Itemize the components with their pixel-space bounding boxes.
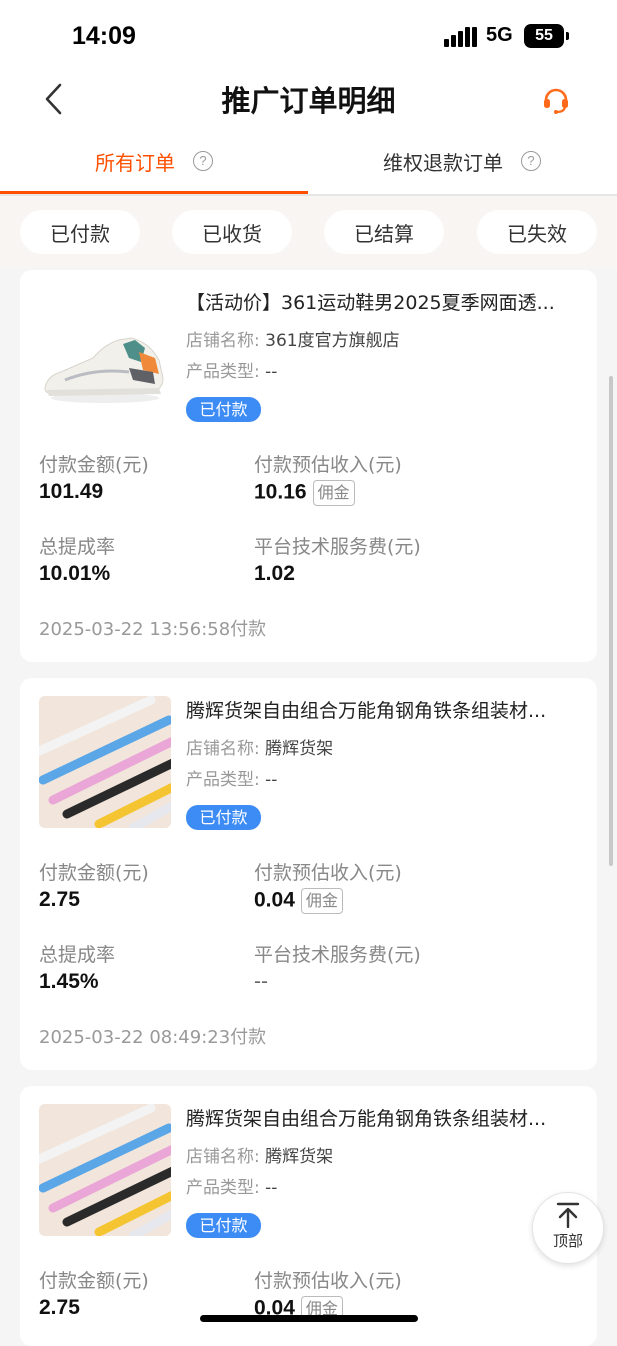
service-fee-value: 1.02 [254,562,295,585]
order-card[interactable]: 腾辉货架自由组合万能角钢角铁条组装材... 店铺名称: 腾辉货架 产品类型: -… [20,1086,597,1346]
pay-amount-value: 101.49 [39,480,104,503]
filter-invalid[interactable]: 已失效 [477,210,597,254]
order-card[interactable]: 腾辉货架自由组合万能角钢角铁条组装材... 店铺名称: 腾辉货架 产品类型: -… [20,678,597,1070]
pay-amount-value: 2.75 [39,888,80,911]
back-to-top-label: 顶部 [552,1232,583,1250]
shop-name: 361度官方旗舰店 [265,331,400,351]
product-title[interactable]: 腾辉货架自由组合万能角钢角铁条组装材... [186,1104,580,1131]
pay-amount-label: 付款金额(元) [39,862,149,884]
nav-bar: 推广订单明细 [0,72,617,128]
product-title[interactable]: 腾辉货架自由组合万能角钢角铁条组装材... [186,696,580,723]
tab-label: 所有订单 [95,150,175,175]
product-type-label: 产品类型: [186,770,260,790]
product-image-shelf-bars [39,1104,171,1236]
estimated-income-label: 付款预估收入(元) [254,1270,402,1292]
product-type-label: 产品类型: [186,1178,260,1198]
estimated-income-row: 0.04 佣金 [254,888,343,914]
status-badge: 已付款 [186,805,261,830]
estimated-income-label: 付款预估收入(元) [254,454,402,476]
commission-tag: 佣金 [312,480,355,506]
status-badge: 已付款 [186,397,261,422]
filter-paid[interactable]: 已付款 [20,210,140,254]
product-image-shelf-bars [39,696,171,828]
product-type-row: 产品类型: -- [186,357,277,382]
product-title[interactable]: 【活动价】361运动鞋男2025夏季网面透... [186,288,580,315]
commission-rate-label: 总提成率 [39,536,116,558]
cellular-signal-icon [444,25,478,47]
scrollbar[interactable] [609,376,613,866]
shop-name: 腾辉货架 [265,739,334,759]
pay-amount-value: 2.75 [39,1296,80,1319]
shop-label: 店铺名称: [186,1147,260,1167]
tab-label: 维权退款订单 [383,150,503,175]
estimated-income-row: 10.16 佣金 [254,480,355,506]
payment-time: 2025-03-22 13:56:58付款 [39,619,267,640]
commission-rate-label: 总提成率 [39,944,116,966]
status-time: 14:09 [72,22,136,50]
status-filter-bar: 已付款 已收货 已结算 已失效 [0,196,617,268]
battery-level: 55 [535,27,553,44]
product-type-label: 产品类型: [186,362,260,382]
service-fee-label: 平台技术服务费(元) [254,944,421,966]
service-fee-label: 平台技术服务费(元) [254,536,421,558]
customer-service-headset-icon[interactable] [540,84,572,116]
product-type-value: -- [265,770,278,790]
tab-refund-orders[interactable]: 维权退款订单 ? [308,130,616,192]
battery-tip [566,32,569,40]
product-type-value: -- [265,1178,278,1198]
commission-rate-value: 10.01% [39,562,111,585]
shop-name: 腾辉货架 [265,1147,334,1167]
product-type-row: 产品类型: -- [186,765,277,790]
back-to-top-button[interactable]: 顶部 [532,1192,604,1264]
shop-row: 店铺名称: 361度官方旗舰店 [186,326,400,351]
header-area: 14:09 5G 55 推广订单明细 所有订单 ? 维权退款订单 ? 已付款 已… [0,0,617,268]
product-type-value: -- [265,362,278,382]
shop-row: 店铺名称: 腾辉货架 [186,734,333,759]
tab-all-orders[interactable]: 所有订单 ? [0,130,308,194]
help-question-icon[interactable]: ? [521,151,541,171]
shop-row: 店铺名称: 腾辉货架 [186,1142,333,1167]
status-bar: 14:09 5G 55 [0,0,617,72]
estimated-income-value: 10.16 [254,480,307,504]
product-type-row: 产品类型: -- [186,1173,277,1198]
product-image-sneaker [39,288,171,420]
status-badge: 已付款 [186,1213,261,1238]
shop-label: 店铺名称: [186,739,260,759]
filter-settled[interactable]: 已结算 [324,210,444,254]
pay-amount-label: 付款金额(元) [39,454,149,476]
filter-received[interactable]: 已收货 [172,210,292,254]
shop-label: 店铺名称: [186,331,260,351]
estimated-income-label: 付款预估收入(元) [254,862,402,884]
battery-icon: 55 [524,24,564,48]
network-type: 5G [486,24,513,46]
commission-tag: 佣金 [300,888,343,914]
commission-rate-value: 1.45% [39,970,99,993]
help-question-icon[interactable]: ? [193,151,213,171]
estimated-income-value: 0.04 [254,888,295,912]
service-fee-value: -- [254,970,268,993]
arrow-up-icon [556,1202,580,1228]
home-indicator[interactable] [200,1315,418,1322]
order-card[interactable]: 【活动价】361运动鞋男2025夏季网面透... 店铺名称: 361度官方旗舰店… [20,270,597,662]
order-tabs: 所有订单 ? 维权退款订单 ? [0,130,617,196]
payment-time: 2025-03-22 08:49:23付款 [39,1027,267,1048]
pay-amount-label: 付款金额(元) [39,1270,149,1292]
page-title: 推广订单明细 [221,84,396,118]
